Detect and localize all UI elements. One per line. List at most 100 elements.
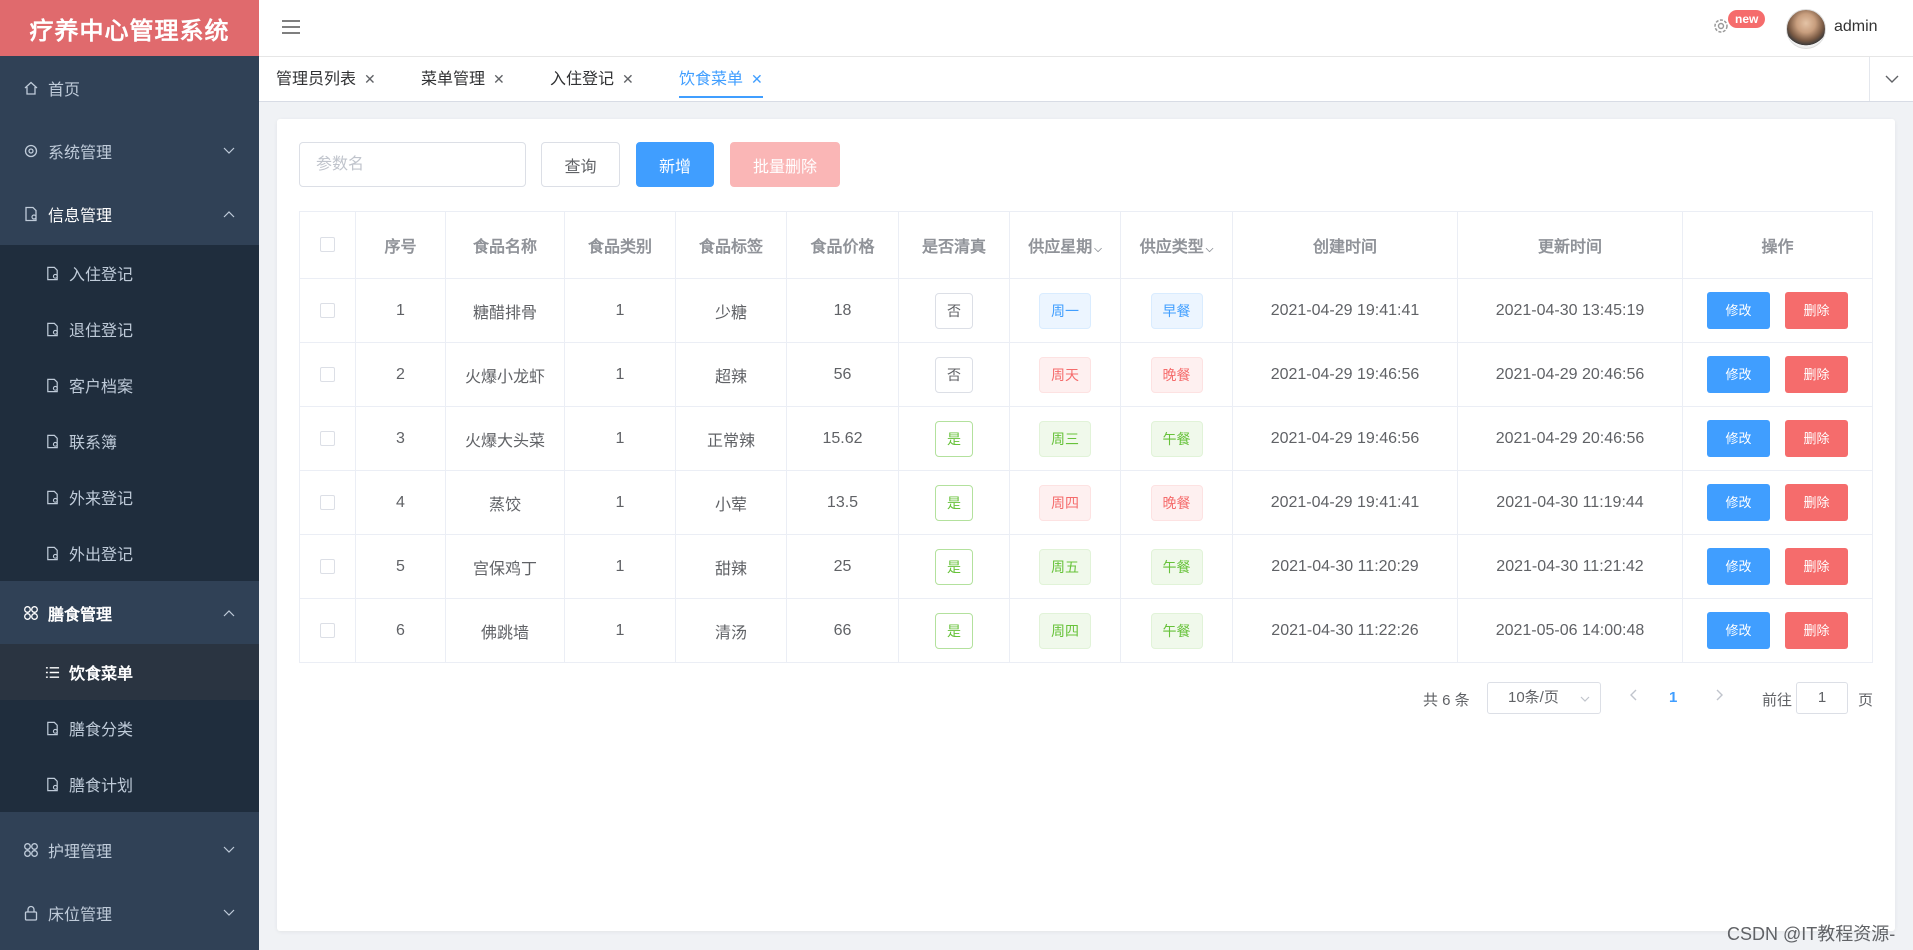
close-icon[interactable]: ✕ (493, 71, 505, 87)
delete-button[interactable]: 删除 (1785, 292, 1848, 329)
select-all-checkbox[interactable] (320, 237, 335, 253)
row-checkbox[interactable] (320, 302, 335, 318)
cell-index: 5 (355, 534, 446, 599)
cell-food-category: 1 (564, 406, 676, 471)
cell-weekday: 周五 (1009, 534, 1121, 599)
page-number-current[interactable]: 1 (1669, 689, 1677, 706)
sidebar-group-label: 信息管理 (48, 207, 113, 225)
sidebar-item-visitor-log[interactable]: 外来登记 (0, 469, 259, 525)
page-size-select[interactable]: 10条/页 (1487, 682, 1601, 714)
sidebar-item-diet-menu[interactable]: 饮食菜单 (0, 644, 259, 700)
cell-food-name: 宫保鸡丁 (445, 534, 565, 599)
sidebar-group-beds[interactable]: 床位管理 (0, 881, 259, 944)
row-select-cell[interactable] (299, 534, 356, 599)
row-select-cell[interactable] (299, 406, 356, 471)
sidebar-group-info[interactable]: 信息管理 (0, 182, 259, 245)
sidebar-group-label: 膳食管理 (48, 606, 113, 624)
avatar[interactable] (1786, 9, 1826, 49)
cell-actions: 修改 删除 (1682, 470, 1873, 535)
next-page-icon[interactable] (1715, 688, 1724, 705)
lock-icon (22, 904, 40, 922)
row-select-cell[interactable] (299, 598, 356, 663)
username[interactable]: admin (1834, 18, 1878, 36)
cell-index: 3 (355, 406, 446, 471)
document-icon (22, 205, 40, 223)
weekday-tag: 周五 (1039, 548, 1091, 585)
row-checkbox[interactable] (320, 366, 335, 382)
close-icon[interactable]: ✕ (751, 71, 763, 87)
edit-button[interactable]: 修改 (1707, 292, 1770, 329)
row-checkbox[interactable] (320, 622, 335, 638)
sidebar-group-nursing[interactable]: 护理管理 (0, 818, 259, 881)
document-icon (44, 776, 61, 793)
search-input[interactable] (299, 142, 526, 187)
delete-button[interactable]: 删除 (1785, 548, 1848, 585)
edit-button[interactable]: 修改 (1707, 612, 1770, 649)
tab-admin-list[interactable]: 管理员列表 ✕ (276, 57, 376, 101)
row-checkbox[interactable] (320, 558, 335, 574)
delete-button[interactable]: 删除 (1785, 612, 1848, 649)
edit-button[interactable]: 修改 (1707, 548, 1770, 585)
add-button[interactable]: 新增 (636, 142, 714, 187)
watermark: CSDN @IT教程资源- (1727, 924, 1896, 944)
chevron-down-icon (1885, 75, 1898, 83)
cell-updated: 2021-04-30 11:21:42 (1457, 534, 1683, 599)
table-row: 5 宫保鸡丁 1 甜辣 25 是 周五 午餐 2021-04-30 11:20:… (299, 534, 1873, 599)
hamburger-icon[interactable] (281, 18, 303, 38)
goto-page-input[interactable]: 1 (1796, 682, 1848, 714)
edit-button[interactable]: 修改 (1707, 420, 1770, 457)
sidebar-item-diet-plan[interactable]: 膳食计划 (0, 756, 259, 812)
sidebar-group-system[interactable]: 系统管理 (0, 119, 259, 182)
column-header-filterable[interactable]: 供应类型 ⌵ (1120, 211, 1233, 279)
app-title: 疗养中心管理系统 (0, 0, 259, 56)
sidebar-item-checkin[interactable]: 入住登记 (0, 245, 259, 301)
tab-diet-menu[interactable]: 饮食菜单 ✕ (679, 57, 763, 101)
prev-page-icon[interactable] (1629, 688, 1638, 705)
sidebar-item-customer-files[interactable]: 客户档案 (0, 357, 259, 413)
row-select-cell[interactable] (299, 342, 356, 407)
table-row: 3 火爆大头菜 1 正常辣 15.62 是 周三 午餐 2021-04-29 1… (299, 406, 1873, 471)
row-select-cell[interactable] (299, 278, 356, 343)
row-checkbox[interactable] (320, 494, 335, 510)
tab-label: 管理员列表 (276, 71, 357, 88)
column-header: 更新时间 (1457, 211, 1683, 279)
cell-food-name: 火爆大头菜 (445, 406, 565, 471)
delete-button[interactable]: 删除 (1785, 484, 1848, 521)
cell-actions: 修改 删除 (1682, 534, 1873, 599)
edit-button[interactable]: 修改 (1707, 484, 1770, 521)
row-checkbox[interactable] (320, 430, 335, 446)
grid-icon (22, 841, 40, 859)
caret-down-icon[interactable]: ⌵ (1206, 244, 1214, 255)
query-button[interactable]: 查询 (541, 142, 620, 187)
delete-button[interactable]: 删除 (1785, 420, 1848, 457)
cell-food-tag: 小荤 (675, 470, 787, 535)
cell-created: 2021-04-30 11:22:26 (1232, 598, 1458, 663)
sidebar-item-checkout[interactable]: 退住登记 (0, 301, 259, 357)
tab-checkin[interactable]: 入住登记 ✕ (550, 57, 634, 101)
sidebar-item-diet-category[interactable]: 膳食分类 (0, 700, 259, 756)
row-select-cell[interactable] (299, 470, 356, 535)
select-all-cell[interactable] (299, 211, 356, 279)
column-header-filterable[interactable]: 供应星期 ⌵ (1009, 211, 1121, 279)
close-icon[interactable]: ✕ (622, 71, 634, 87)
cell-weekday: 周一 (1009, 278, 1121, 343)
sidebar-group-diet[interactable]: 膳食管理 (0, 581, 259, 644)
delete-button[interactable]: 删除 (1785, 356, 1848, 393)
cell-updated: 2021-04-30 11:19:44 (1457, 470, 1683, 535)
sidebar-item-home[interactable]: 首页 (0, 56, 259, 119)
batch-delete-button[interactable]: 批量删除 (730, 142, 840, 187)
sidebar-item-outing-log[interactable]: 外出登记 (0, 525, 259, 581)
column-header: 食品名称 (445, 211, 565, 279)
tab-menu-management[interactable]: 菜单管理 ✕ (421, 57, 505, 101)
chevron-up-icon (223, 607, 235, 619)
cell-food-name: 火爆小龙虾 (445, 342, 565, 407)
edit-button[interactable]: 修改 (1707, 356, 1770, 393)
cell-meal-type: 午餐 (1120, 406, 1233, 471)
meal-type-tag: 早餐 (1150, 292, 1203, 329)
submenu-info: 入住登记 退住登记 客户档案 联系簿 外来登记 外出登记 (0, 245, 259, 581)
table-header-row: 序号 食品名称 食品类别 食品标签 食品价格 是否清真 供应星期 ⌵ 供应类型 ⌵ … (299, 211, 1873, 279)
close-icon[interactable]: ✕ (364, 71, 376, 87)
tabs-dropdown[interactable] (1869, 57, 1913, 101)
caret-down-icon[interactable]: ⌵ (1094, 244, 1102, 255)
sidebar-item-contacts[interactable]: 联系簿 (0, 413, 259, 469)
